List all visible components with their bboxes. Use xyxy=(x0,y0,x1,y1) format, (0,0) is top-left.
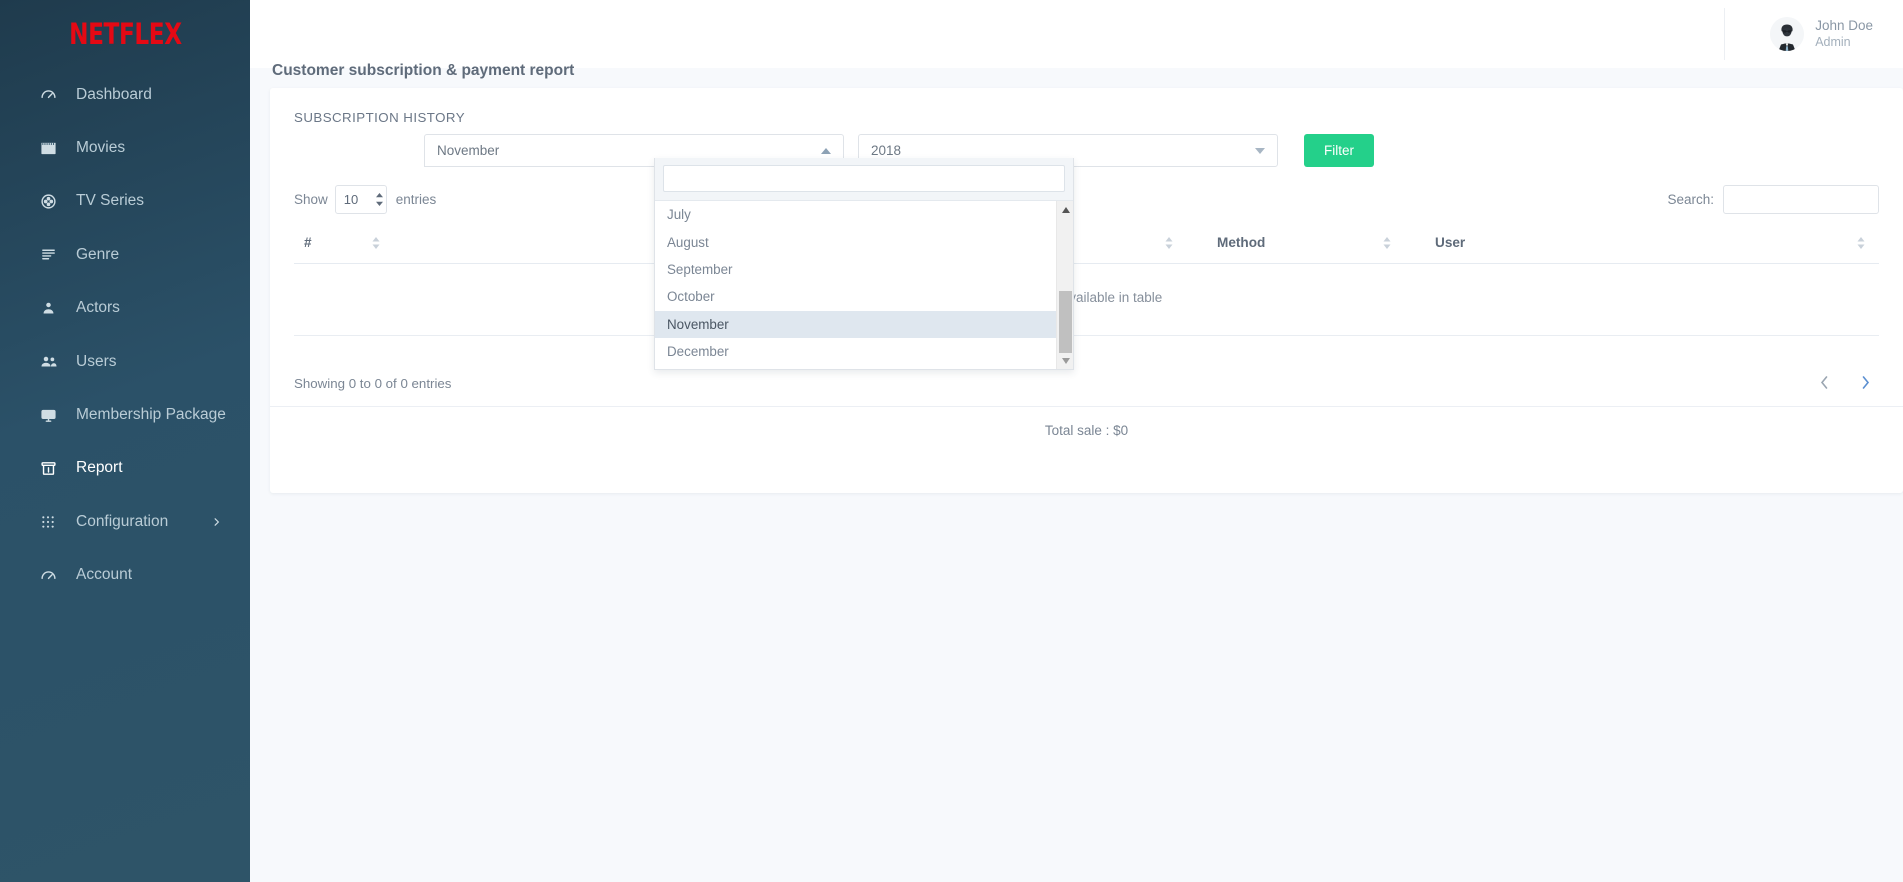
brand-logo[interactable]: NETFLEX xyxy=(0,0,250,68)
sort-icon xyxy=(1857,236,1865,249)
month-select-value: November xyxy=(437,143,500,158)
user-avatar-icon xyxy=(1770,17,1805,51)
main-content: John Doe Admin Customer subscription & p… xyxy=(250,0,1903,882)
search-input[interactable] xyxy=(1723,185,1879,214)
user-role: Admin xyxy=(1815,34,1851,49)
chevron-right-icon xyxy=(1861,376,1870,394)
column-header-user[interactable]: User xyxy=(1405,222,1879,264)
sidebar-item-movies[interactable]: Movies xyxy=(0,121,250,174)
sidebar-item-label: Movies xyxy=(76,139,126,157)
sidebar-item-configuration[interactable]: Configuration xyxy=(0,495,250,548)
sidebar-item-dashboard[interactable]: Dashboard xyxy=(0,68,250,121)
pagination-next-button[interactable] xyxy=(1851,371,1879,399)
sidebar-item-actors[interactable]: Actors xyxy=(0,282,250,335)
month-option[interactable]: December xyxy=(655,338,1058,365)
filter-row: November 2018 Filter xyxy=(294,134,1879,170)
sidebar-item-label: Genre xyxy=(76,245,120,263)
table-search-control: Search: xyxy=(1667,185,1879,214)
table-length-control: Show 10 entries xyxy=(294,185,436,214)
month-dropdown-panel: July August September October November D… xyxy=(654,158,1074,370)
empty-table-row: No data available in table xyxy=(294,263,1879,336)
sidebar-item-genre[interactable]: Genre xyxy=(0,228,250,281)
report-icon xyxy=(40,460,68,477)
grid-dots-icon xyxy=(40,514,68,530)
card-title: SUBSCRIPTION HISTORY xyxy=(294,110,466,125)
speedometer-icon xyxy=(40,567,68,584)
speedometer-icon xyxy=(40,86,68,103)
chevron-left-icon xyxy=(1820,376,1829,394)
month-option[interactable]: August xyxy=(655,228,1058,255)
empty-table-message: No data available in table xyxy=(294,263,1879,336)
table-head: # Paid Amount xyxy=(294,222,1879,264)
sidebar-item-membership-package[interactable]: Membership Package xyxy=(0,388,250,441)
user-meta: John Doe Admin xyxy=(1815,18,1873,51)
people-icon xyxy=(40,353,68,371)
table-showing-info: Showing 0 to 0 of 0 entries xyxy=(294,376,452,391)
user-menu[interactable]: John Doe Admin xyxy=(1770,0,1903,68)
film-reel-icon xyxy=(40,193,68,210)
month-option-selected[interactable]: November xyxy=(655,310,1058,338)
sidebar-item-label: Membership Package xyxy=(76,406,226,424)
sidebar-item-label: Report xyxy=(76,459,123,477)
chevron-down-icon xyxy=(1254,147,1266,155)
sidebar-item-label: Dashboard xyxy=(76,85,152,103)
page-title: Customer subscription & payment report xyxy=(272,62,575,79)
column-header-number[interactable]: # xyxy=(294,222,394,264)
chevron-right-icon xyxy=(211,516,222,527)
topbar-divider xyxy=(1724,8,1725,60)
pagination xyxy=(1810,371,1879,399)
sidebar-item-users[interactable]: Users xyxy=(0,335,250,388)
month-option[interactable]: October xyxy=(655,283,1058,310)
month-dropdown-list: July August September October November D… xyxy=(655,201,1058,365)
show-label: Show xyxy=(294,192,328,207)
monitor-icon xyxy=(40,407,68,424)
list-icon xyxy=(40,246,68,263)
month-dropdown-list-wrap: July August September October November D… xyxy=(655,201,1073,369)
sidebar-item-label: Account xyxy=(76,566,133,584)
sort-icon xyxy=(1165,236,1173,249)
month-dropdown-scrollbar[interactable] xyxy=(1056,201,1073,369)
user-name: John Doe xyxy=(1815,17,1873,33)
sidebar-item-label: Actors xyxy=(76,299,120,317)
entries-per-page-select[interactable]: 10 xyxy=(334,185,387,214)
month-dropdown-search-area xyxy=(655,158,1073,201)
subscription-history-card: SUBSCRIPTION HISTORY November 2018 Filte… xyxy=(270,88,1903,493)
sidebar-item-account[interactable]: Account xyxy=(0,549,250,602)
table-body: No data available in table xyxy=(294,263,1879,336)
caret-up-icon[interactable] xyxy=(1057,201,1073,218)
month-option[interactable]: July xyxy=(655,201,1058,228)
chevron-up-icon xyxy=(820,147,832,155)
filter-button[interactable]: Filter xyxy=(1304,134,1374,167)
pagination-previous-button[interactable] xyxy=(1810,371,1838,399)
sort-icon xyxy=(372,236,380,249)
total-sale-label: Total sale : $0 xyxy=(1044,423,1129,438)
sidebar-item-label: Configuration xyxy=(76,512,169,530)
month-dropdown-search-input[interactable] xyxy=(663,165,1065,192)
report-table: # Paid Amount xyxy=(294,222,1879,336)
sidebar-item-report[interactable]: Report xyxy=(0,442,250,495)
person-icon xyxy=(40,300,68,317)
entries-label: entries xyxy=(395,192,437,207)
brand-logo-text: NETFLEX xyxy=(68,16,182,51)
month-option[interactable]: September xyxy=(655,256,1058,283)
clapperboard-icon xyxy=(40,140,68,157)
sort-icon xyxy=(1383,236,1391,249)
table-header-row: # Paid Amount xyxy=(294,222,1879,264)
sidebar-item-label: Users xyxy=(76,352,117,370)
sidebar: NETFLEX Dashboard Movies TV Series Genre… xyxy=(0,0,250,882)
sidebar-item-label: TV Series xyxy=(76,192,145,210)
card-divider xyxy=(270,406,1903,407)
topbar: John Doe Admin xyxy=(250,0,1903,68)
scrollbar-thumb[interactable] xyxy=(1059,291,1072,353)
year-select-value: 2018 xyxy=(871,143,902,158)
report-table-wrap: # Paid Amount xyxy=(294,222,1879,336)
sidebar-nav: Dashboard Movies TV Series Genre Actors … xyxy=(0,68,250,602)
sidebar-item-tv-series[interactable]: TV Series xyxy=(0,175,250,228)
search-label: Search: xyxy=(1667,192,1714,207)
column-header-method[interactable]: Method xyxy=(1187,222,1405,264)
caret-down-icon[interactable] xyxy=(1057,352,1073,369)
